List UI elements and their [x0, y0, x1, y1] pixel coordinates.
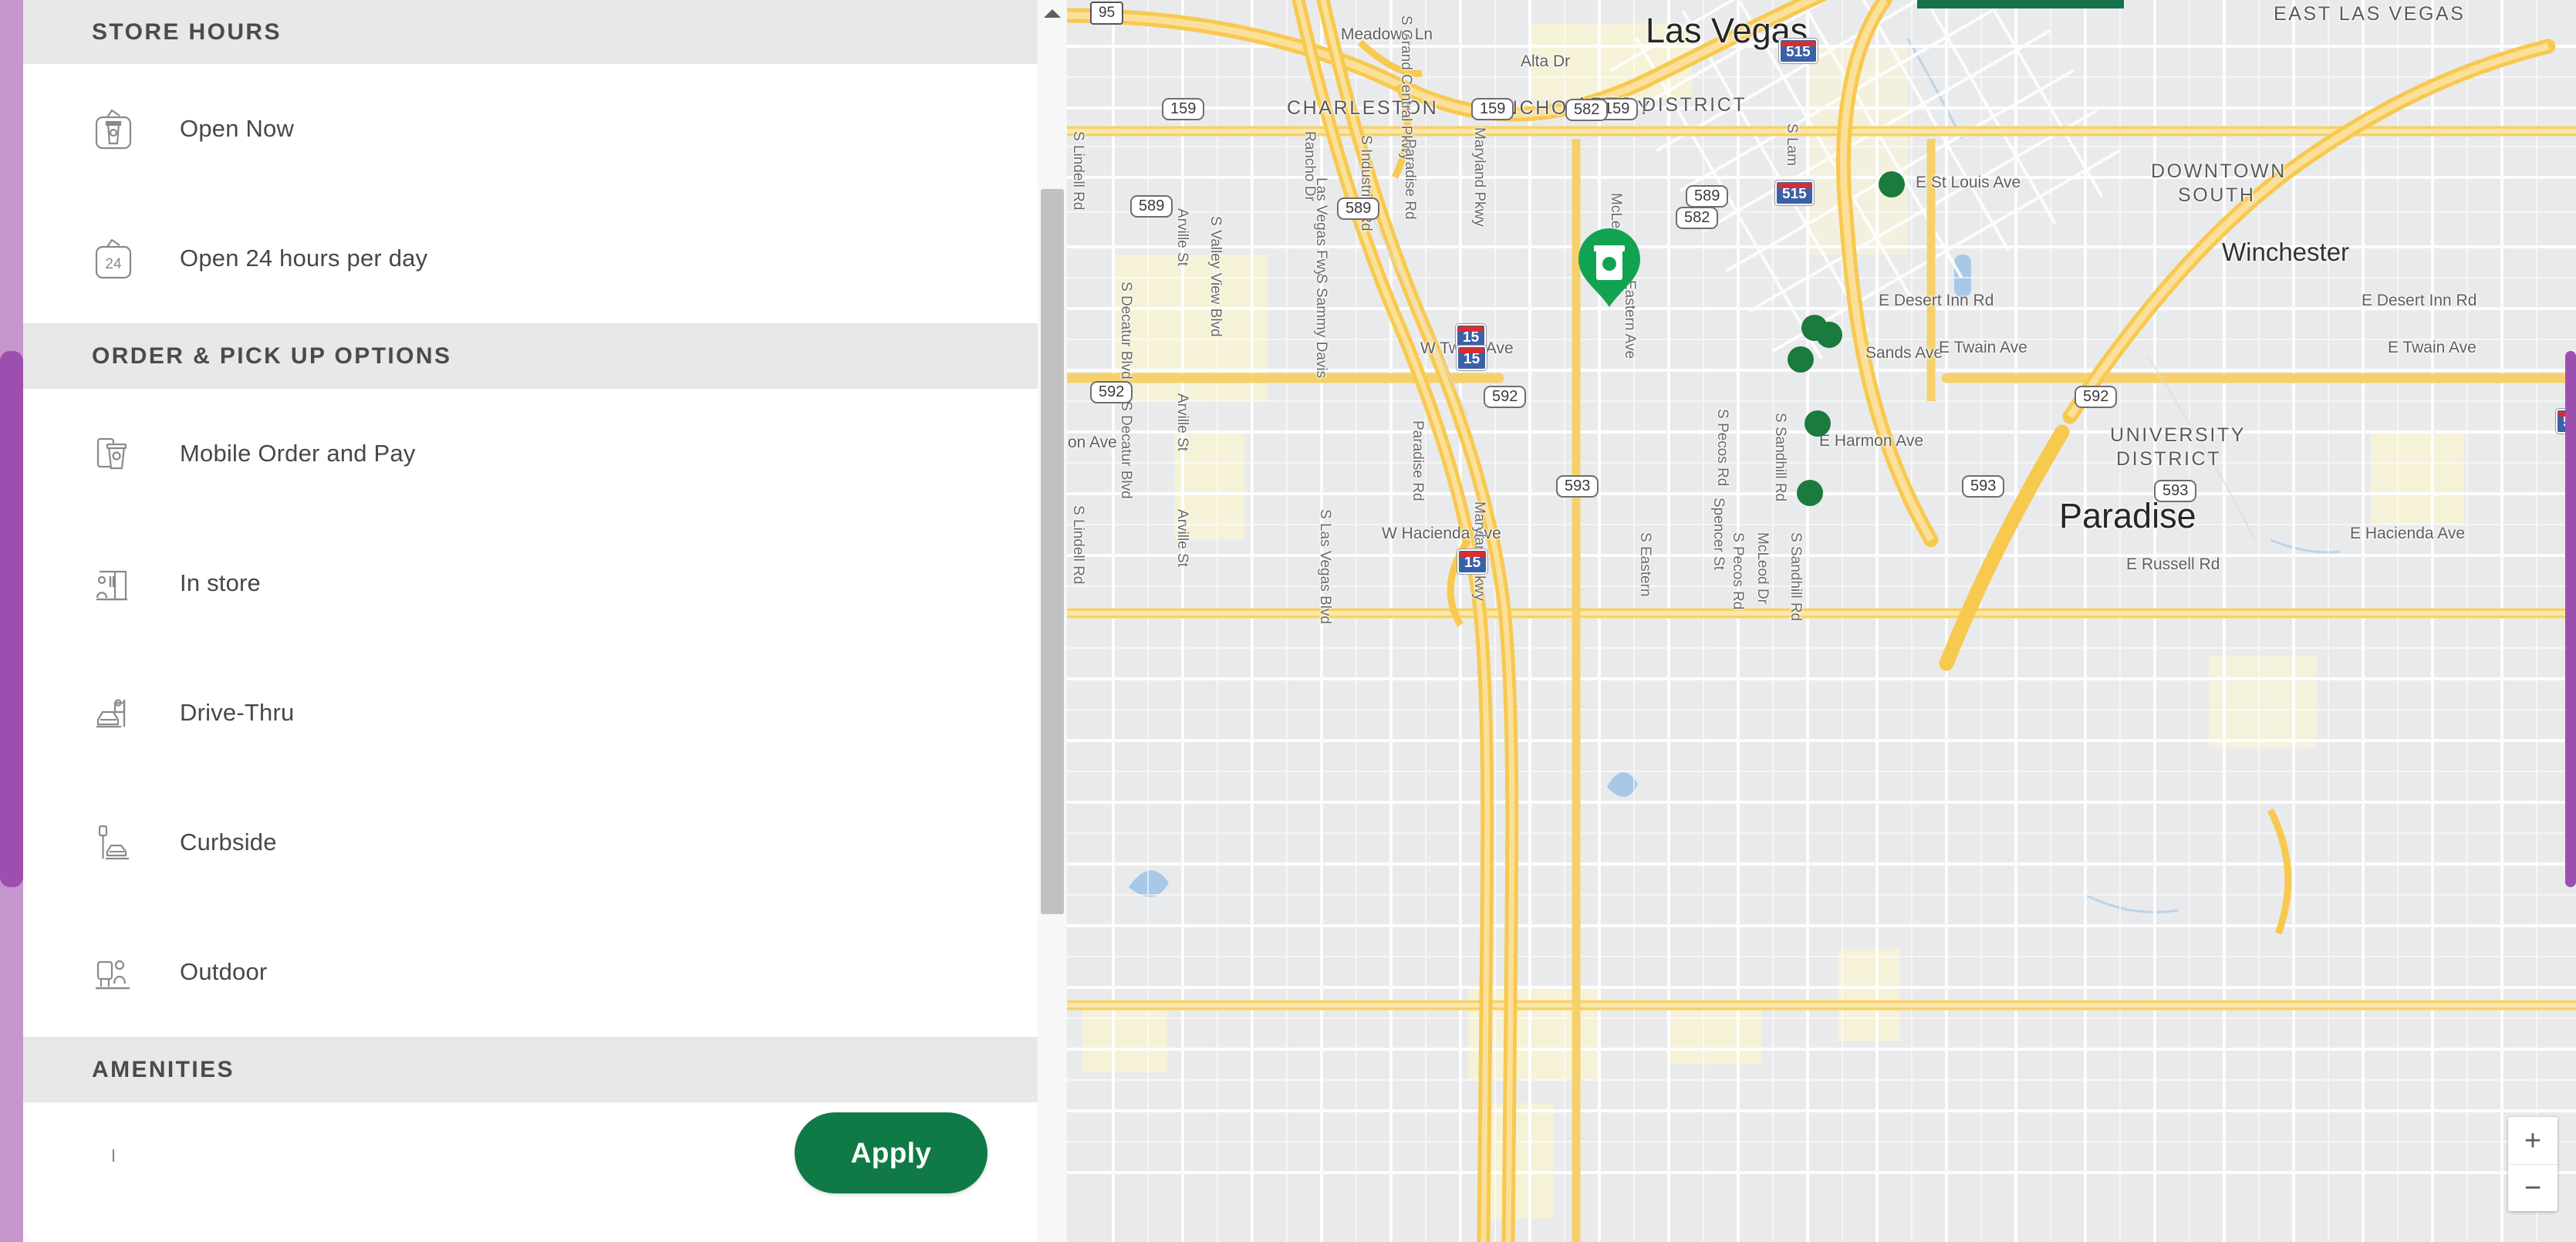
zoom-in-button[interactable]: + [2508, 1117, 2557, 1164]
map-store-dot[interactable] [1816, 322, 1842, 348]
selected-store-pin[interactable] [1574, 225, 1645, 309]
map-store-dot[interactable] [1797, 480, 1823, 506]
map-store-dot[interactable] [1805, 410, 1831, 437]
filter-label: Outdoor [180, 958, 268, 985]
filter-row-curbside[interactable]: Curbside [23, 778, 1038, 907]
filter-label: Curbside [180, 829, 277, 856]
filter-row-in-store[interactable]: In store [23, 518, 1038, 648]
map-store-dot[interactable] [1879, 171, 1905, 197]
filter-row-open-24-hours[interactable]: 24 Open 24 hours per day [23, 194, 1038, 323]
section-header-store-hours: STORE HOURS [23, 0, 1038, 64]
cup-clock-icon [92, 106, 135, 152]
phone-cup-icon [92, 430, 135, 477]
filter-row-drive-thru[interactable]: Drive-Thru [23, 648, 1038, 778]
right-scrollbar-thumb[interactable] [2565, 351, 2576, 887]
filter-label: In store [180, 569, 261, 596]
page-scrollbar-track[interactable] [0, 0, 23, 1242]
drive-thru-icon [92, 690, 135, 736]
section-header-order-pickup: ORDER & PICK UP OPTIONS [23, 323, 1038, 389]
filter-label: Open 24 hours per day [180, 245, 428, 272]
section-title: ORDER & PICK UP OPTIONS [92, 343, 452, 369]
curbside-icon [92, 819, 135, 866]
filter-label: Mobile Order and Pay [180, 440, 416, 467]
filter-row-mobile-order-and-pay[interactable]: Mobile Order and Pay [23, 389, 1038, 518]
filter-row-open-now[interactable]: Open Now [23, 64, 1038, 194]
store-locator-page: STORE HOURS Open Now 24 Open 24 hours pe… [0, 0, 2576, 1242]
section-title: AMENITIES [92, 1056, 235, 1082]
svg-text:24: 24 [105, 256, 122, 272]
section-header-amenities: AMENITIES [23, 1037, 1038, 1102]
in-store-icon [92, 560, 135, 606]
amenity-icon [92, 1144, 135, 1190]
section-title: STORE HOURS [92, 19, 282, 45]
map-zoom-controls: + − [2508, 1117, 2557, 1211]
map-store-dot[interactable] [1788, 346, 1814, 373]
apply-button[interactable]: Apply [795, 1112, 988, 1193]
zoom-out-button[interactable]: − [2508, 1164, 2557, 1211]
filter-list-order-pickup: Mobile Order and Pay In store Drive-Thru… [23, 389, 1038, 1037]
top-accent-bar [1917, 0, 2124, 8]
filter-list-store-hours: Open Now 24 Open 24 hours per day [23, 64, 1038, 323]
outdoor-seating-icon [92, 949, 135, 995]
filter-panel-scrollbar-track[interactable] [1038, 0, 1067, 1242]
filter-row-outdoor[interactable]: Outdoor [23, 907, 1038, 1037]
page-scrollbar-thumb[interactable] [0, 351, 23, 887]
map-base-layer [1067, 0, 2576, 1242]
scroll-up-arrow-icon[interactable] [1038, 0, 1067, 26]
filter-label: Open Now [180, 115, 295, 142]
filter-panel-scrollbar-thumb[interactable] [1041, 189, 1064, 914]
map-canvas[interactable]: Las Vegas Winchester Paradise EAST LAS VEGA… [1067, 0, 2576, 1242]
filter-label: Drive-Thru [180, 699, 295, 726]
filter-panel: STORE HOURS Open Now 24 Open 24 hours pe… [23, 0, 1038, 1242]
cup-24-icon: 24 [92, 235, 135, 282]
